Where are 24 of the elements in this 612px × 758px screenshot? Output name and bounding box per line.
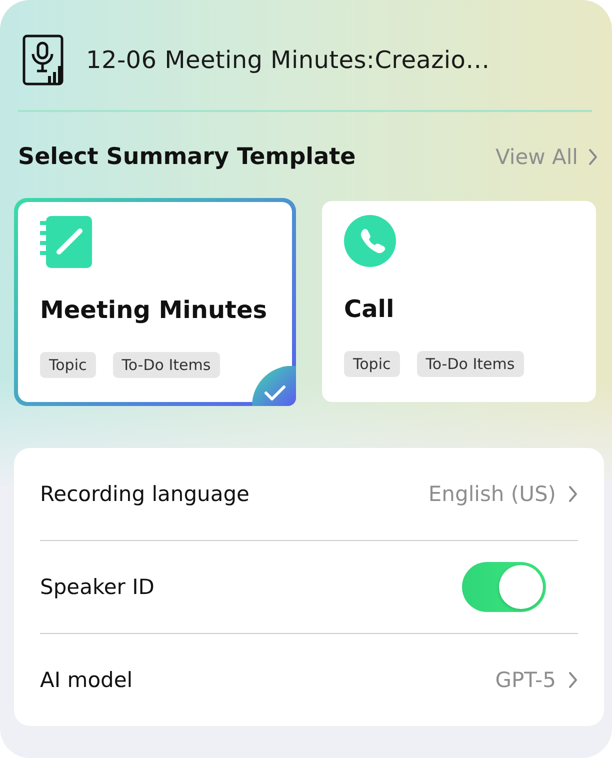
microphone-file-icon	[22, 34, 64, 86]
phone-icon	[344, 215, 396, 267]
template-name: Call	[344, 295, 396, 323]
chevron-right-icon	[568, 485, 578, 503]
tag: Topic	[40, 352, 96, 378]
notebook-pen-icon	[40, 216, 92, 268]
setting-value-link[interactable]: GPT-5	[495, 668, 578, 692]
setting-label: AI model	[40, 668, 133, 692]
template-card[interactable]: Meeting Minutes Topic To-Do Items	[14, 198, 296, 406]
template-name: Meeting Minutes	[40, 296, 268, 324]
tag: To-Do Items	[112, 352, 220, 378]
setting-label: Speaker ID	[40, 575, 154, 599]
chevron-right-icon	[568, 671, 578, 689]
template-card[interactable]: Call Topic To-Do Items	[322, 201, 596, 402]
setting-label: Recording language	[40, 482, 250, 506]
section-title: Select Summary Template	[18, 144, 356, 170]
chevron-right-icon	[588, 148, 598, 166]
setting-value-link[interactable]: English (US)	[428, 482, 578, 506]
view-all-link[interactable]: View All	[495, 145, 598, 169]
recording-title: 12-06 Meeting Minutes:Creazio…	[86, 46, 490, 74]
toggle-switch[interactable]	[462, 562, 546, 612]
selected-check-icon	[252, 366, 296, 406]
tag: Topic	[344, 351, 400, 377]
tag: To-Do Items	[416, 351, 524, 377]
